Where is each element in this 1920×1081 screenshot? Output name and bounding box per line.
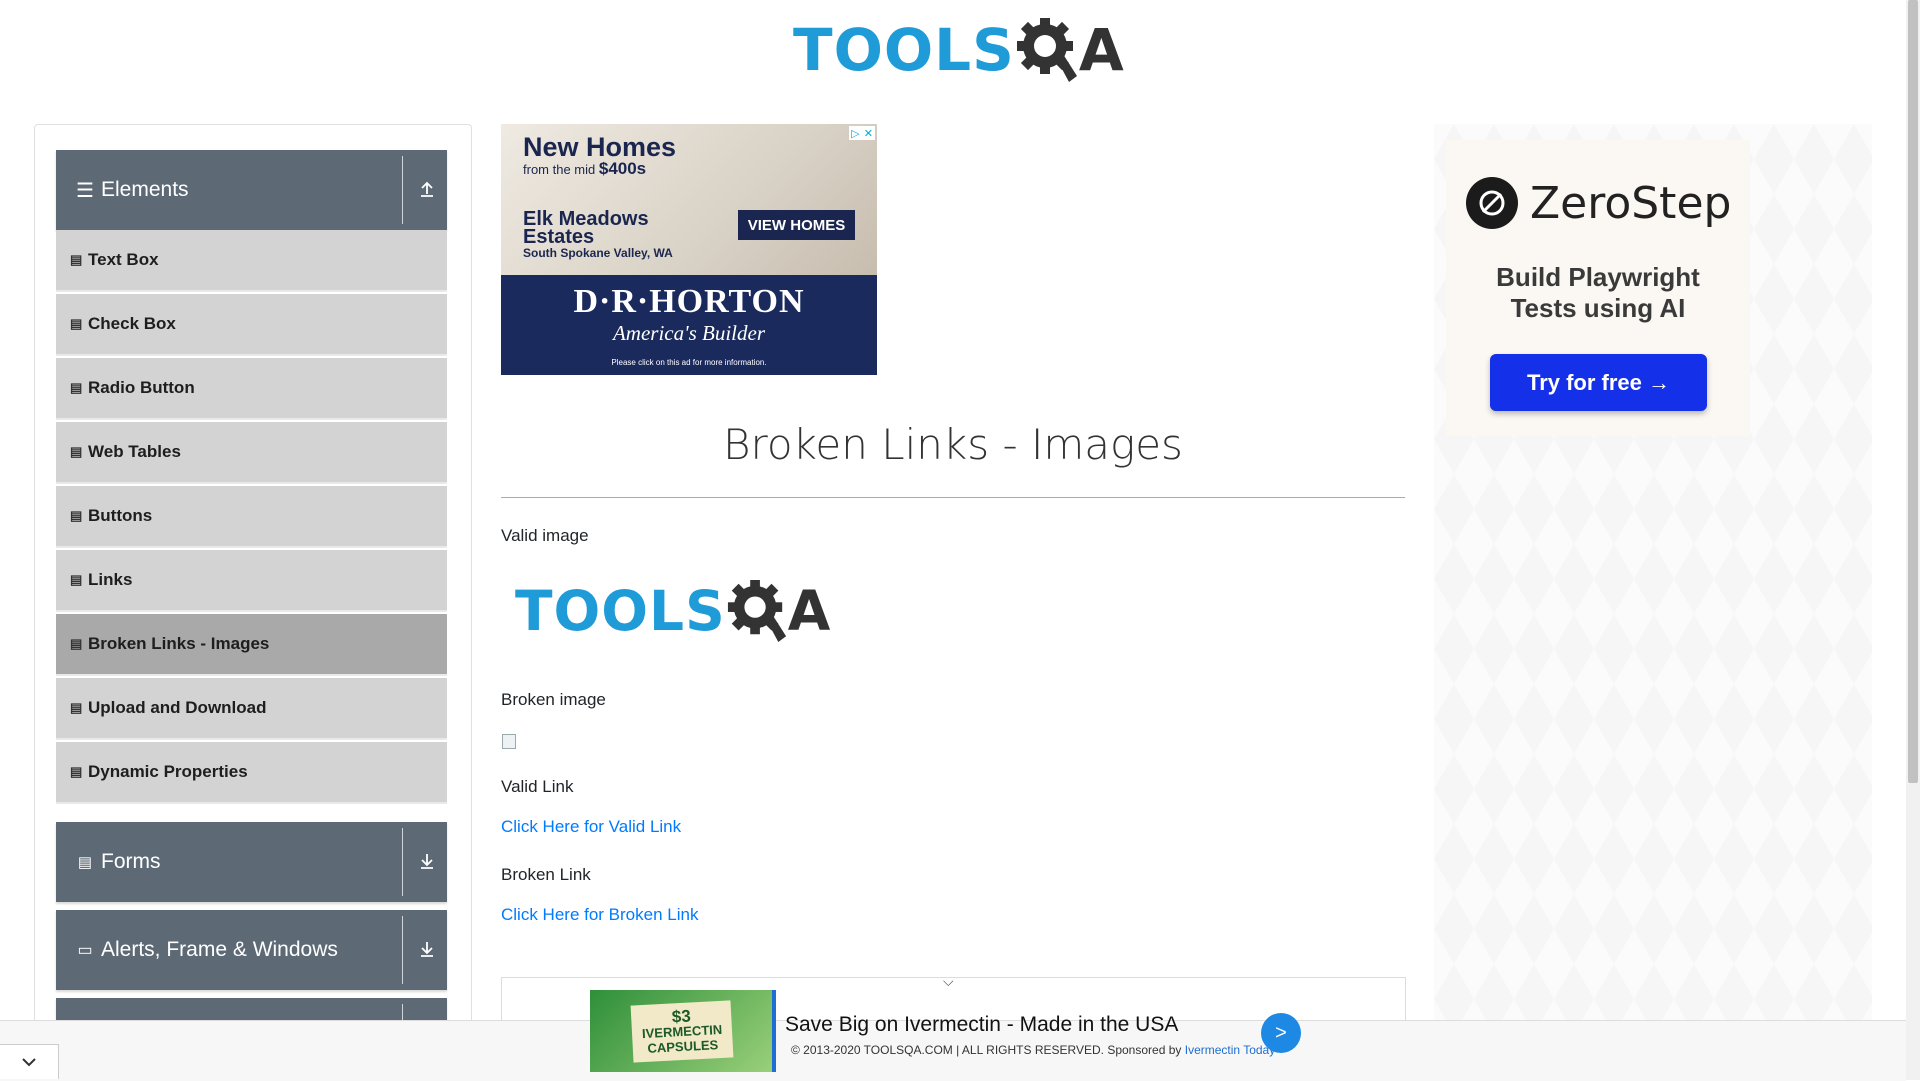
list-icon: ▤ [70, 252, 83, 267]
ad-tagline: America's Builder [612, 321, 766, 345]
sidebar-item-upload-and-download[interactable]: ▤ Upload and Download [56, 678, 447, 740]
ad-brand: D·R·HORTON [573, 283, 805, 320]
list-icon: ▤ [70, 508, 83, 523]
copyright-text: © 2013-2020 TOOLSQA.COM | ALL RIGHTS RES… [791, 1043, 1104, 1057]
page-footer: © 2013-2020 TOOLSQA.COM | ALL RIGHTS RES… [791, 1043, 1275, 1057]
toolsqa-logo[interactable]: TOOLS A [793, 14, 1125, 86]
logo-qa-text: A [1078, 16, 1125, 84]
sponsor-link[interactable]: Ivermectin Today [1185, 1043, 1276, 1057]
zerostep-logo-icon [1466, 177, 1518, 229]
group-alerts-label: Alerts, Frame & Windows [101, 938, 338, 961]
group-next[interactable] [56, 998, 447, 1020]
form-icon: ▤ [77, 854, 93, 871]
ad-fine-print: Please click on this ad for more informa… [611, 358, 767, 367]
expand-arrow-icon[interactable] [416, 848, 438, 874]
list-icon: ▤ [70, 572, 83, 587]
collapse-ad-button[interactable] [0, 1044, 59, 1079]
bottom-ad-headline[interactable]: Save Big on Ivermectin - Made in the USA [785, 1013, 1178, 1037]
try-for-free-button[interactable]: Try for free → [1490, 354, 1707, 411]
sidebar-item-dynamic-properties[interactable]: ▤ Dynamic Properties [56, 742, 447, 804]
page-title: Broken Links - Images [723, 420, 1183, 469]
divider [402, 916, 403, 984]
ad-community: Elk Meadows Estates [523, 208, 649, 248]
top-banner-ad[interactable]: New Homes from the mid $400s Elk Meadows… [501, 124, 877, 375]
divider [402, 1004, 403, 1020]
sidebar-item-broken-links-images[interactable]: ▤ Broken Links - Images [56, 614, 447, 676]
divider [501, 497, 1405, 498]
group-elements[interactable]: ☰ Elements [56, 150, 447, 230]
zerostep-tagline: Build Playwright Tests using AI [1496, 262, 1700, 323]
list-icon: ▤ [70, 444, 83, 459]
adchoices-icon[interactable]: ▷ ✕ [849, 126, 875, 140]
list-icon: ▤ [70, 316, 83, 331]
valid-image-label: Valid image [501, 526, 589, 545]
logo-tools-text: TOOLS [793, 16, 1015, 84]
sidebar-item-label: Web Tables [88, 442, 181, 461]
sidebar-item-label: Dynamic Properties [88, 762, 248, 781]
sidebar-item-label: Links [88, 570, 133, 589]
sponsored-by-text: Sponsored by [1107, 1043, 1182, 1057]
sidebar-item-label: Buttons [88, 506, 153, 525]
sidebar-item-label: Text Box [88, 250, 159, 269]
valid-link-label: Valid Link [501, 777, 574, 796]
logo-tools-text: TOOLS [515, 579, 726, 643]
scrollbar-thumb[interactable] [1908, 0, 1918, 783]
gear-icon [1015, 14, 1079, 86]
sidebar-item-label: Broken Links - Images [88, 634, 270, 653]
broken-image-label: Broken image [501, 690, 606, 709]
view-homes-button[interactable]: VIEW HOMES [738, 210, 855, 240]
ad-subhead: from the mid $400s [523, 159, 647, 178]
logo-qa-text: A [787, 579, 832, 643]
broken-image-icon [502, 734, 516, 749]
ad-go-button[interactable]: > [1261, 1013, 1301, 1053]
collapse-arrow-icon[interactable] [416, 176, 438, 202]
sidebar-item-label: Check Box [88, 314, 176, 333]
divider [402, 156, 403, 224]
group-elements-label: Elements [101, 178, 189, 201]
list-icon: ▤ [70, 380, 83, 395]
ad-accent-stripe [772, 990, 776, 1072]
list-icon: ▤ [70, 764, 83, 779]
ad-brand-bar: D·R·HORTON America's Builder Please clic… [501, 275, 877, 375]
sidebar-item-web-tables[interactable]: ▤ Web Tables [56, 422, 447, 484]
list-icon: ▤ [70, 636, 83, 651]
ad-product-label: $3 IVERMECTIN CAPSULES [630, 999, 735, 1063]
expand-arrow-icon[interactable] [416, 936, 438, 962]
gear-icon [726, 576, 788, 646]
group-forms[interactable]: ▤ Forms [56, 822, 447, 902]
bottom-ad-image[interactable]: $3 IVERMECTIN CAPSULES [590, 990, 775, 1072]
sidebar-item-links[interactable]: ▤ Links [56, 550, 447, 612]
sidebar-item-text-box[interactable]: ▤ Text Box [56, 230, 447, 292]
sidebar-item-radio-button[interactable]: ▤ Radio Button [56, 358, 447, 420]
divider [402, 828, 403, 896]
broken-link-label: Broken Link [501, 865, 591, 884]
sidebar-item-label: Upload and Download [88, 698, 267, 717]
chevron-down-icon[interactable]: ⌵ [943, 973, 954, 990]
group-forms-label: Forms [101, 850, 161, 873]
valid-image: TOOLS A [515, 576, 831, 646]
group-alerts-frame-windows[interactable]: ▭ Alerts, Frame & Windows [56, 910, 447, 990]
sidebar-item-label: Radio Button [88, 378, 195, 397]
hamburger-icon: ☰ [76, 179, 94, 202]
sidebar-item-check-box[interactable]: ▤ Check Box [56, 294, 447, 356]
valid-link[interactable]: Click Here for Valid Link [501, 817, 681, 837]
window-icon: ▭ [77, 942, 93, 959]
ad-location: South Spokane Valley, WA [523, 246, 673, 260]
sidebar-item-buttons[interactable]: ▤ Buttons [56, 486, 447, 548]
broken-link[interactable]: Click Here for Broken Link [501, 905, 698, 925]
list-icon: ▤ [70, 700, 83, 715]
zerostep-brand: ZeroStep [1530, 178, 1732, 229]
